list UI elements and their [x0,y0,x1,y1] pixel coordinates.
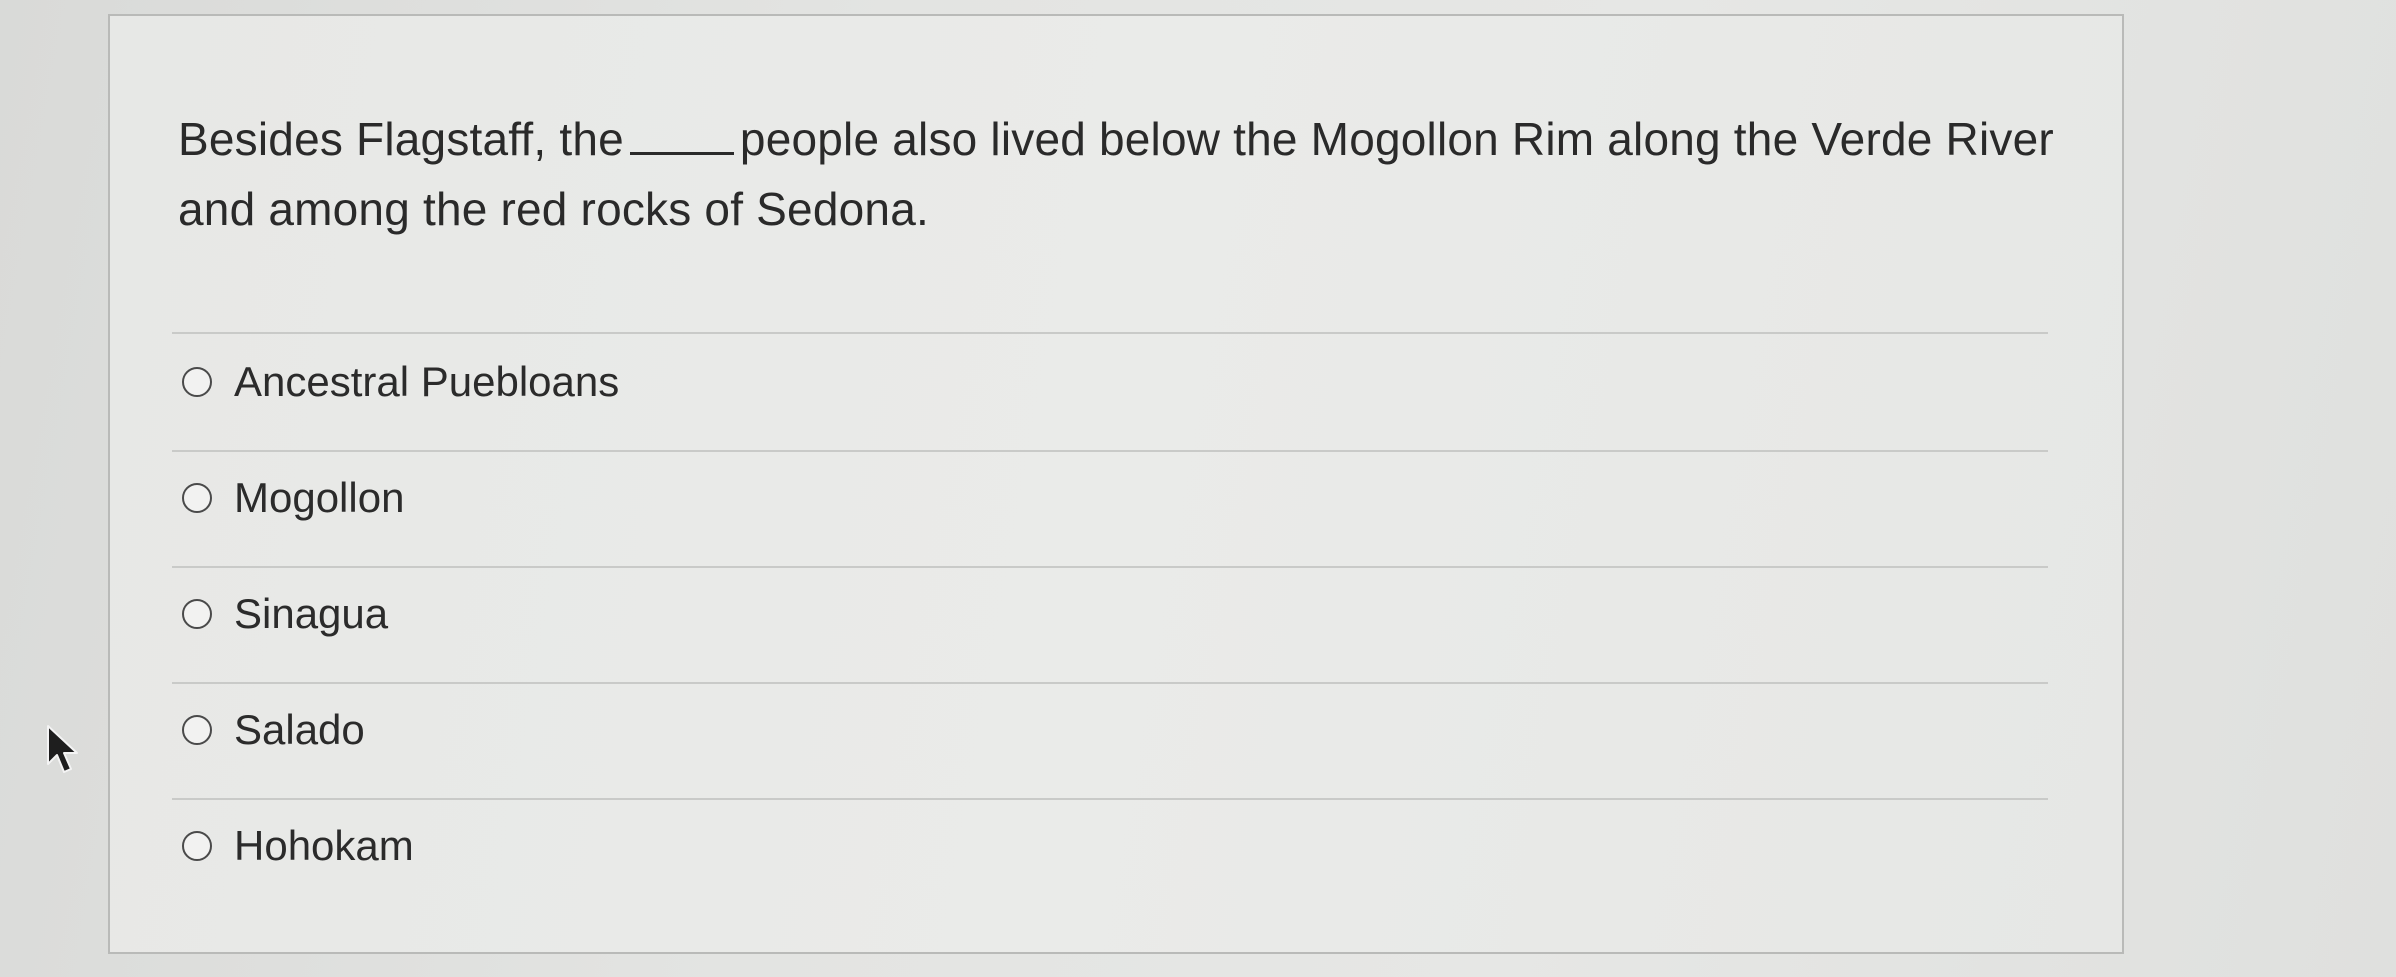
radio-button[interactable] [182,367,212,397]
radio-button[interactable] [182,715,212,745]
option-label: Ancestral Puebloans [234,358,620,405]
option-separator [172,450,2048,452]
option-ancestral-puebloans[interactable]: Ancestral Puebloans [182,352,619,412]
question-text-before: Besides Flagstaff, the [178,113,624,165]
option-label: Sinagua [234,590,389,637]
option-hohokam[interactable]: Hohokam [182,816,414,876]
radio-button[interactable] [182,831,212,861]
question-text: Besides Flagstaff, the people also lived … [178,104,2108,244]
option-separator [172,682,2048,684]
radio-button[interactable] [182,599,212,629]
fill-in-blank [629,122,734,155]
option-salado[interactable]: Salado [182,700,365,760]
radio-button[interactable] [182,483,212,513]
option-label: Mogollon [234,474,405,521]
mouse-pointer-icon [47,725,78,773]
question-card: Besides Flagstaff, the people also lived … [108,14,2124,954]
option-separator [172,566,2048,568]
option-mogollon[interactable]: Mogollon [182,468,404,528]
option-separator [172,798,2048,800]
option-sinagua[interactable]: Sinagua [182,584,388,644]
option-label: Hohokam [234,822,414,869]
option-separator [172,332,2048,334]
option-label: Salado [234,706,365,753]
